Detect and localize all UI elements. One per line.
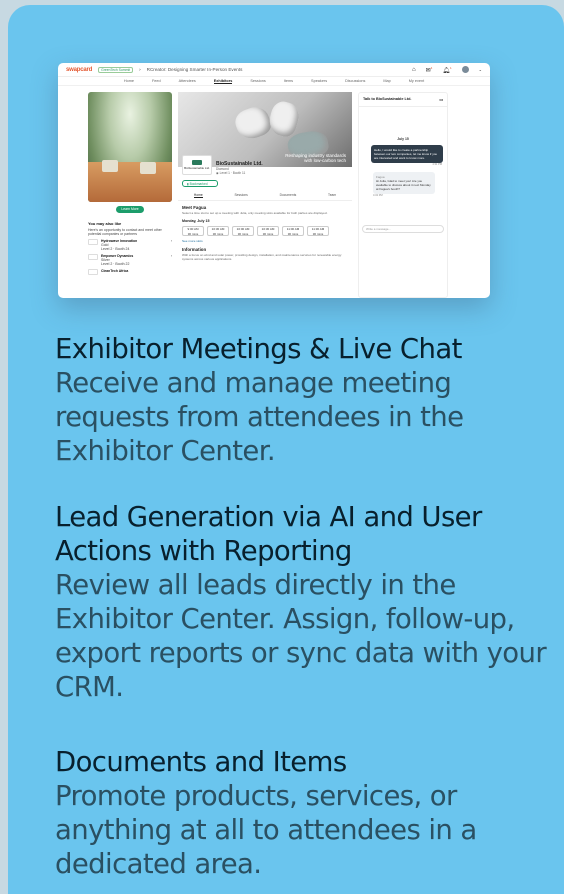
nav-feed[interactable]: Feed <box>152 79 161 83</box>
learn-more-button[interactable]: Learn More <box>116 206 144 213</box>
company-logo <box>88 269 98 275</box>
nav-items[interactable]: Items <box>284 79 293 83</box>
list-item[interactable]: Hydrowave Innovation Gold Level 2 · Booth … <box>88 239 172 251</box>
product-screenshot: swapcard GreenTech Summit › RCreator: De… <box>58 63 490 298</box>
chat-input[interactable]: Write a message... <box>362 225 444 233</box>
chevron-right-icon: › <box>139 67 141 72</box>
video-icon[interactable]: ▭ <box>439 97 443 102</box>
swapcard-logo: swapcard <box>66 66 93 73</box>
time-slot[interactable]: 10:30 AM 30 mins <box>257 226 279 236</box>
company-logo: BioSustainable Ltd. <box>182 155 212 175</box>
nav-discussions[interactable]: Discussions <box>345 79 365 83</box>
chat-day: July 15 <box>397 137 409 141</box>
meet-desc: Select a time slot to set up a meeting w… <box>182 211 328 215</box>
time-slot[interactable]: 10:00 AM 30 mins <box>232 226 254 236</box>
exhibitor-main: Reshaping industry standards with low-car… <box>178 92 352 298</box>
meet-day: Monday, July 15 <box>182 219 210 223</box>
chat-message: Hello, I would like to create a partners… <box>371 145 443 163</box>
event-breadcrumb[interactable]: RCreator: Designing Smarter In-Person Ev… <box>147 67 243 72</box>
chevron-right-icon: › <box>170 254 172 258</box>
feature-block: Exhibitor Meetings & Live Chat Receive a… <box>55 332 555 468</box>
left-column: Learn More You may also like Here's an o… <box>88 92 172 298</box>
feature-desc: Review all leads directly in the Exhibit… <box>55 569 547 703</box>
app-topbar: swapcard GreenTech Summit › RCreator: De… <box>58 63 490 77</box>
list-item[interactable]: Empower Dynamics Silver Level 2 · Booth 22… <box>88 254 172 266</box>
feature-title: Exhibitor Meetings & Live Chat <box>55 333 462 365</box>
meet-title: Meet Fagua <box>182 205 207 210</box>
event-nav: Home Feed Attendees Exhibitors Sessions … <box>58 77 490 86</box>
feature-block: Documents and Items Promote products, se… <box>55 745 555 881</box>
feature-title: Documents and Items <box>55 746 347 778</box>
home-icon[interactable]: ⌂ <box>412 67 416 73</box>
see-more-slots-link[interactable]: See more slots <box>182 239 352 243</box>
tab-documents[interactable]: Documents <box>280 193 297 198</box>
tab-team[interactable]: Team <box>328 193 336 198</box>
company-logo <box>88 254 98 260</box>
bookmark-button[interactable]: ▮ Bookmarked <box>182 180 218 187</box>
bell-icon[interactable]: 🔔︎1 <box>442 66 451 74</box>
chevron-right-icon: › <box>170 239 172 243</box>
chat-message: Fagua Hi Julia, Glad to meet you! Are you… <box>373 172 435 194</box>
nav-my-event[interactable]: My event <box>409 79 424 83</box>
info-title: Information <box>182 247 207 252</box>
chevron-down-icon[interactable]: ⌄ <box>479 67 482 72</box>
exhibitor-photo <box>88 92 172 202</box>
chat-header: Talk to BioSustainable Ltd. ▭ <box>359 93 447 107</box>
company-tabs: Home Sessions Documents Team <box>178 193 352 201</box>
time-slot[interactable]: 11:00 AM 30 mins <box>282 226 304 236</box>
time-slot[interactable]: 11:30 AM 30 mins <box>307 226 329 236</box>
company-header: BioSustainable Ltd. BioSustainable Ltd. … <box>178 155 352 175</box>
time-slot[interactable]: 9:00 AM 30 mins <box>182 226 204 236</box>
avatar[interactable] <box>461 66 469 73</box>
may-like-panel: You may also like Here's an opportunity … <box>88 221 172 275</box>
message-icon[interactable]: ✉4 <box>426 66 433 74</box>
feature-desc: Receive and manage meeting requests from… <box>55 367 464 467</box>
time-slots: 9:00 AM 30 mins 10:30 AM 30 mins 10:00 AM 3… <box>182 226 348 236</box>
feature-title: Lead Generation via AI and User Actions … <box>55 501 482 567</box>
nav-exhibitors[interactable]: Exhibitors <box>213 79 233 84</box>
nav-speakers[interactable]: Speakers <box>311 79 327 83</box>
nav-sessions[interactable]: Sessions <box>250 79 265 83</box>
nav-home[interactable]: Home <box>124 79 134 83</box>
may-like-desc: Here's an opportunity to contact and mee… <box>88 228 162 236</box>
chat-time: 4:32 PM <box>373 194 383 197</box>
event-brand-logo: GreenTech Summit <box>98 66 134 73</box>
chat-panel: Talk to BioSustainable Ltd. ▭ July 15 He… <box>358 92 448 298</box>
chat-time: 4:31 PM <box>432 163 442 166</box>
tab-sessions[interactable]: Sessions <box>234 193 247 198</box>
company-logo <box>88 239 98 245</box>
feature-desc: Promote products, services, or anything … <box>55 780 477 880</box>
may-like-title: You may also like <box>88 221 122 226</box>
time-slot[interactable]: 10:30 AM 30 mins <box>207 226 229 236</box>
feature-block: Lead Generation via AI and User Actions … <box>55 500 555 704</box>
list-item[interactable]: CleanTech Africa <box>88 269 172 275</box>
company-location: ◉ Level 1 · Booth 11 <box>216 171 246 175</box>
nav-map[interactable]: Map <box>383 79 390 83</box>
tab-home[interactable]: Home <box>193 193 203 198</box>
info-desc: With a focus on wind and solar power, pr… <box>182 253 342 261</box>
nav-attendees[interactable]: Attendees <box>179 79 196 83</box>
